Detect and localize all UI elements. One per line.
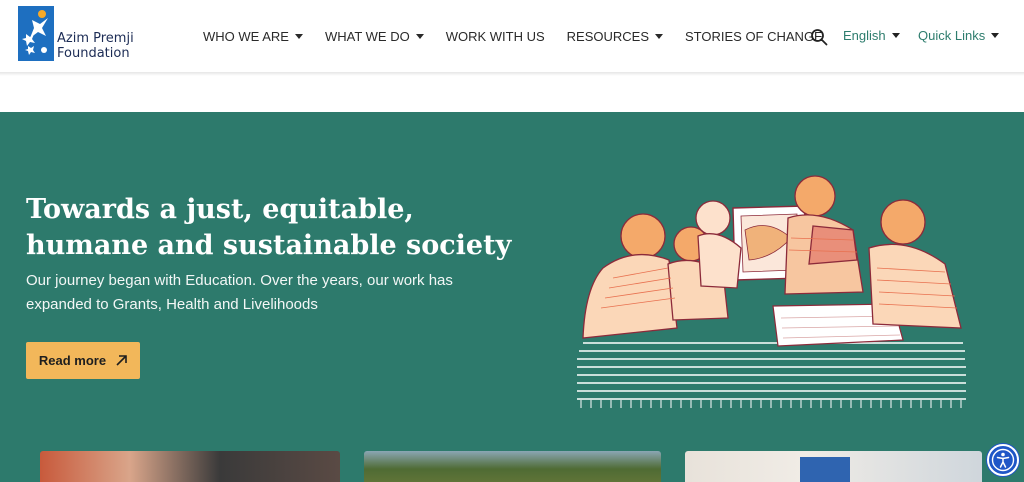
nav-label: WHAT WE DO (324, 29, 410, 44)
hero-title-line1: Towards a just, equitable, (26, 194, 414, 225)
accessibility-button[interactable] (987, 444, 1019, 476)
accessibility-icon (991, 448, 1015, 472)
nav-label: RESOURCES (566, 29, 649, 44)
brand-line1: Azim Premji (57, 31, 134, 46)
hero-title-line2: humane and sustainable society (26, 230, 512, 261)
nav-item-who-we-are[interactable]: WHO WE ARE (203, 29, 303, 44)
nav-item-what-we-do[interactable]: WHAT WE DO (325, 29, 424, 44)
quick-links-menu[interactable]: Quick Links (918, 28, 1000, 43)
nav-label: WHO WE ARE (203, 29, 289, 44)
nav-item-stories-of-change[interactable]: STORIES OF CHANGE (685, 29, 823, 44)
logo-text: Azim Premji Foundation (57, 31, 134, 61)
hero-illustration (577, 175, 966, 408)
spacer-band (0, 76, 1024, 112)
main-nav: WHO WE ARE WHAT WE DO WORK WITH US RESOU… (203, 29, 845, 44)
feature-card-image[interactable] (364, 451, 661, 482)
nav-item-resources[interactable]: RESOURCES (567, 29, 663, 44)
chevron-down-icon (655, 34, 663, 39)
read-more-button[interactable]: Read more (26, 342, 140, 379)
chevron-down-icon (294, 34, 303, 39)
arrow-up-right-icon (116, 355, 127, 366)
brand-line2: Foundation (57, 46, 130, 61)
chevron-down-icon (415, 34, 424, 39)
site-header: Azim Premji Foundation WHO WE ARE WHAT W… (0, 0, 1024, 74)
search-icon[interactable] (810, 28, 828, 46)
language-label: English (843, 28, 886, 43)
signboard-image (800, 457, 850, 482)
hero-subtitle: Our journey began with Education. Over t… (26, 272, 453, 313)
logo[interactable]: Azim Premji Foundation (18, 6, 134, 61)
nav-item-work-with-us[interactable]: WORK WITH US (446, 29, 545, 44)
language-selector[interactable]: English (843, 28, 900, 43)
nav-label: STORIES OF CHANGE (685, 29, 823, 44)
chevron-down-icon (991, 33, 1000, 38)
nav-label: WORK WITH US (445, 29, 545, 44)
quick-links-label: Quick Links (918, 28, 986, 43)
hero-section: Towards a just, equitable, humane and su… (0, 112, 1024, 482)
feature-card-image[interactable] (685, 451, 982, 482)
read-more-label: Read more (38, 353, 107, 368)
feature-card-image[interactable] (40, 451, 340, 482)
hero-title: Towards a just, equitable, humane and su… (26, 192, 526, 264)
logo-mark (18, 6, 54, 61)
chevron-down-icon (891, 33, 900, 38)
